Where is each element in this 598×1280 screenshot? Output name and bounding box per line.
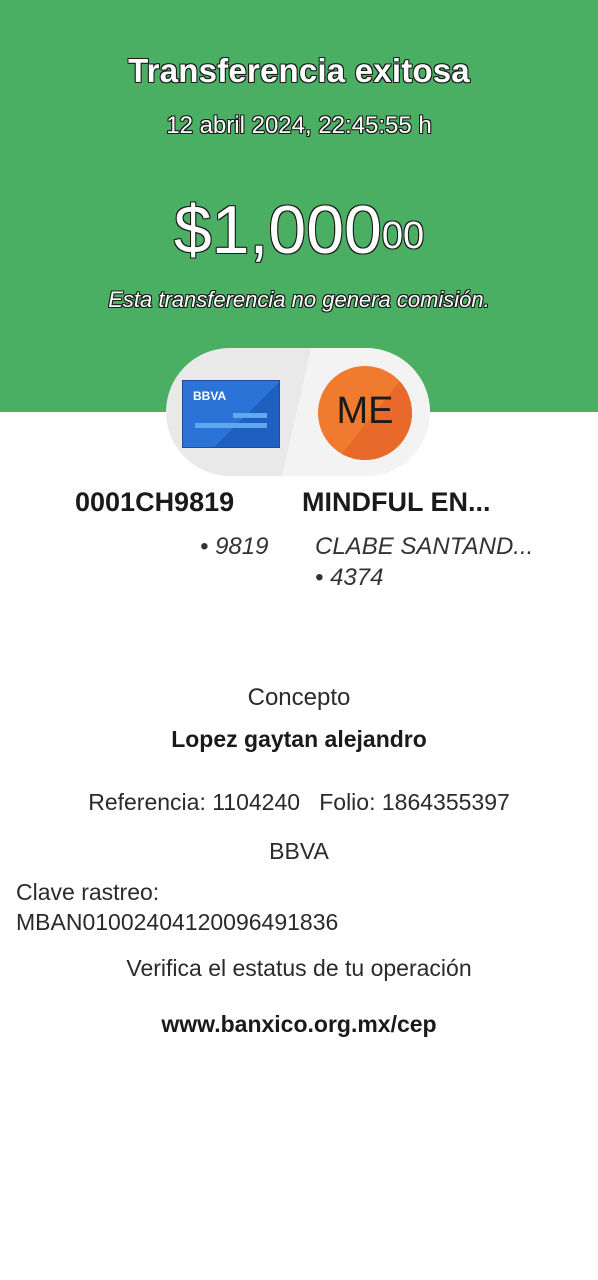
card-stripe [233,413,267,418]
transfer-date: 12 abril 2024, 22:45:55 h [166,112,432,139]
card-stripe [195,423,267,428]
amount-cents: 00 [381,215,425,257]
concept-label: Concepto [247,684,351,711]
origin-account-name: 0001CH9819 [75,487,235,517]
destination-account-digits: • 4374 [315,564,384,591]
transfer-amount: $1,00000 [0,190,598,270]
bank-name: BBVA [269,838,329,864]
tracking-key-label: Clave rastreo: [16,879,160,905]
accounts-pill: BBVA ME [166,348,430,476]
destination-avatar: ME [318,366,412,460]
tracking-key: Clave rastreo: MBAN01002404120096491836 [16,877,338,937]
avatar-initials: ME [336,390,394,432]
destination-bank-line: CLABE SANTAND... [315,533,534,560]
concept-value: Lopez gaytan alejandro [171,726,427,752]
origin-card-icon: BBVA [182,380,280,448]
verify-status-text: Verifica el estatus de tu operación [126,955,472,981]
page-title: Transferencia exitosa [128,52,470,89]
banxico-link[interactable]: www.banxico.org.mx/cep [0,1011,598,1038]
reference-folio: Referencia: 1104240 Folio: 1864355397 [88,789,510,815]
card-brand-label: BBVA [193,389,227,403]
amount-main: $1,000 [173,192,382,268]
destination-account-name: MINDFUL EN... [302,487,491,517]
fee-note: Esta transferencia no genera comisión. [108,287,490,312]
tracking-key-value: MBAN01002404120096491836 [16,909,339,935]
origin-account-digits: • 9819 [200,533,269,560]
